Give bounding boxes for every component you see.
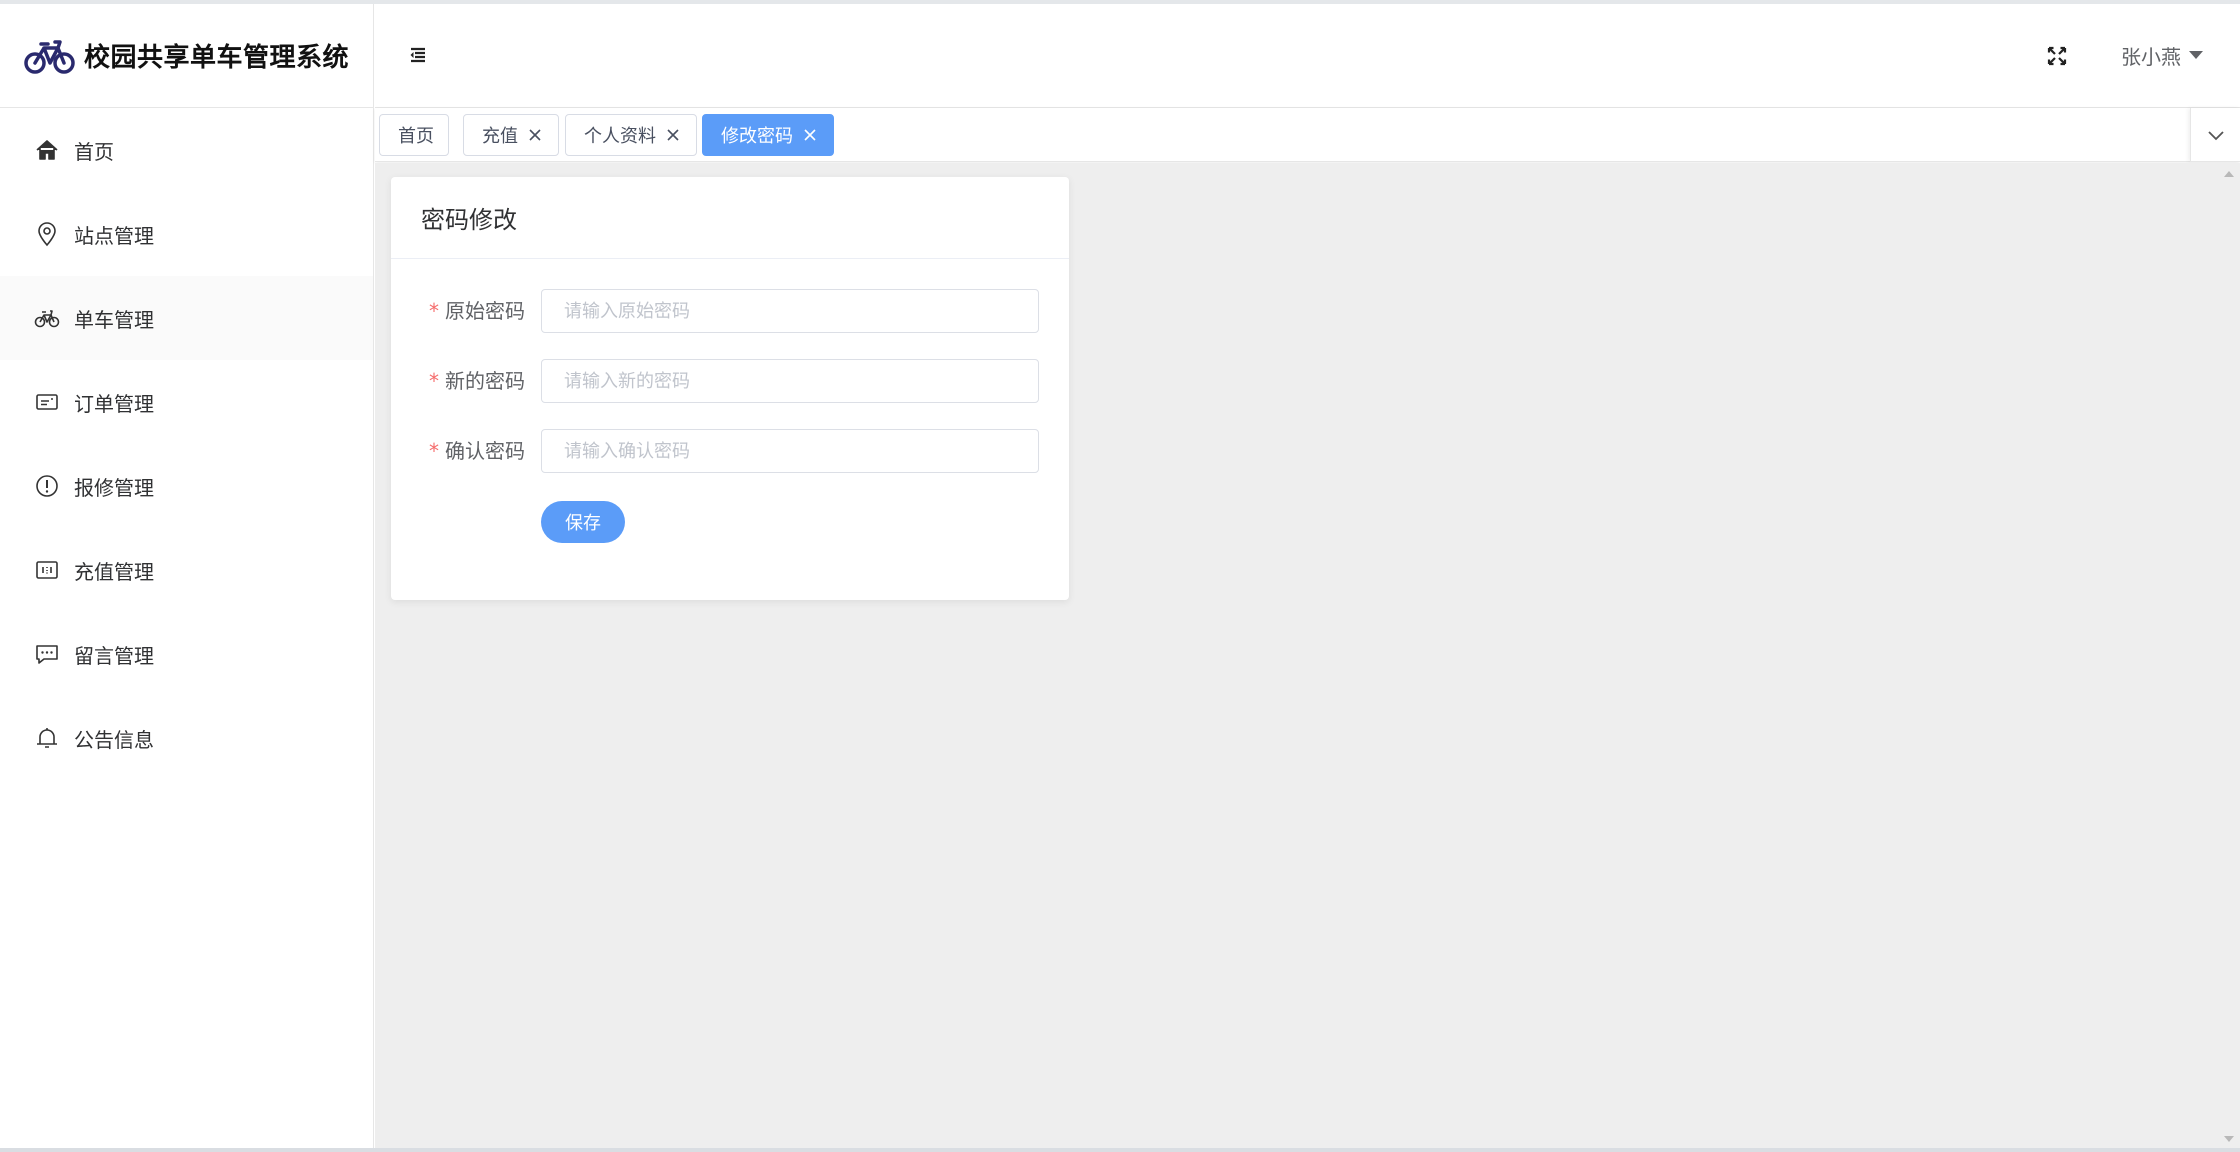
sidebar-item-home[interactable]: 首页 (0, 108, 373, 192)
warning-icon (34, 473, 60, 499)
old-password-input[interactable] (541, 289, 1039, 333)
sidebar-item-label: 报修管理 (74, 475, 154, 500)
close-icon[interactable] (664, 126, 682, 144)
form-row-new-password: * 新的密码 (391, 359, 1069, 403)
sidebar-item-label: 充值管理 (74, 559, 154, 584)
required-mark: * (429, 369, 439, 393)
sidebar: 校园共享单车管理系统 首页 站点管理 单车管理 订单管理 报修管理 充值管理 留… (0, 4, 374, 1148)
tag-recharge[interactable]: 充值 (463, 114, 559, 156)
sidebar-menu: 首页 站点管理 单车管理 订单管理 报修管理 充值管理 留言管理 公告信息 (0, 108, 373, 780)
required-mark: * (429, 299, 439, 323)
scroll-up-arrow-icon[interactable] (2224, 171, 2234, 177)
app-title: 校园共享单车管理系统 (84, 43, 350, 73)
bell-icon (34, 725, 60, 751)
chat-icon (34, 641, 60, 667)
sidebar-item-orders[interactable]: 订单管理 (0, 360, 373, 444)
sidebar-item-label: 单车管理 (74, 307, 154, 332)
form-label: * 新的密码 (391, 359, 525, 403)
form-row-confirm-password: * 确认密码 (391, 429, 1069, 473)
bicycle-logo-icon (24, 39, 75, 74)
tags-view: 首页 充值 个人资料 修改密码 (375, 108, 2240, 162)
sidebar-item-label: 首页 (74, 139, 114, 164)
home-icon (34, 137, 60, 163)
sidebar-item-notices[interactable]: 公告信息 (0, 696, 373, 780)
tag-label: 首页 (398, 126, 434, 147)
save-button[interactable]: 保存 (541, 501, 625, 543)
tag-label: 个人资料 (584, 126, 656, 147)
password-card: 密码修改 * 原始密码 * 新的密码 * 确认密码 保存 (391, 177, 1069, 600)
sidebar-item-label: 站点管理 (74, 223, 154, 248)
sidebar-item-bikes[interactable]: 单车管理 (0, 276, 373, 360)
location-icon (34, 221, 60, 247)
sidebar-item-repairs[interactable]: 报修管理 (0, 444, 373, 528)
close-icon[interactable] (801, 126, 819, 144)
sidebar-item-label: 订单管理 (74, 391, 154, 416)
user-name: 张小燕 (2121, 44, 2181, 69)
confirm-password-input[interactable] (541, 429, 1039, 473)
scroll-down-arrow-icon[interactable] (2224, 1136, 2234, 1142)
ticket-icon (34, 389, 60, 415)
menu-fold-icon[interactable] (405, 42, 431, 68)
logo: 校园共享单车管理系统 (0, 4, 373, 108)
tag-change-password[interactable]: 修改密码 (702, 114, 834, 156)
tag-home[interactable]: 首页 (379, 114, 449, 156)
sidebar-item-label: 公告信息 (74, 727, 154, 752)
caret-down-icon (2189, 51, 2203, 59)
main-content: 密码修改 * 原始密码 * 新的密码 * 确认密码 保存 (375, 163, 2240, 1148)
label-text: 确认密码 (445, 439, 525, 463)
fullscreen-icon[interactable] (2045, 44, 2069, 68)
sidebar-item-stations[interactable]: 站点管理 (0, 192, 373, 276)
tag-profile[interactable]: 个人资料 (565, 114, 697, 156)
tag-label: 充值 (482, 126, 518, 147)
required-mark: * (429, 439, 439, 463)
sidebar-item-messages[interactable]: 留言管理 (0, 612, 373, 696)
chevron-down-icon (2207, 131, 2224, 141)
sidebar-item-recharge[interactable]: 充值管理 (0, 528, 373, 612)
top-header: 张小燕 (375, 4, 2240, 108)
form-label: * 原始密码 (391, 289, 525, 333)
form-label: * 确认密码 (391, 429, 525, 473)
card-title: 密码修改 (391, 177, 1069, 259)
bottom-border (0, 1148, 2240, 1152)
tags-more-button[interactable] (2190, 108, 2240, 162)
sidebar-item-label: 留言管理 (74, 643, 154, 668)
bicycle-icon (34, 305, 60, 331)
label-text: 原始密码 (445, 299, 525, 323)
user-dropdown[interactable]: 张小燕 (2121, 40, 2203, 70)
recharge-icon (34, 557, 60, 583)
label-text: 新的密码 (445, 369, 525, 393)
tag-label: 修改密码 (721, 126, 793, 147)
new-password-input[interactable] (541, 359, 1039, 403)
form-row-old-password: * 原始密码 (391, 289, 1069, 333)
close-icon[interactable] (526, 126, 544, 144)
